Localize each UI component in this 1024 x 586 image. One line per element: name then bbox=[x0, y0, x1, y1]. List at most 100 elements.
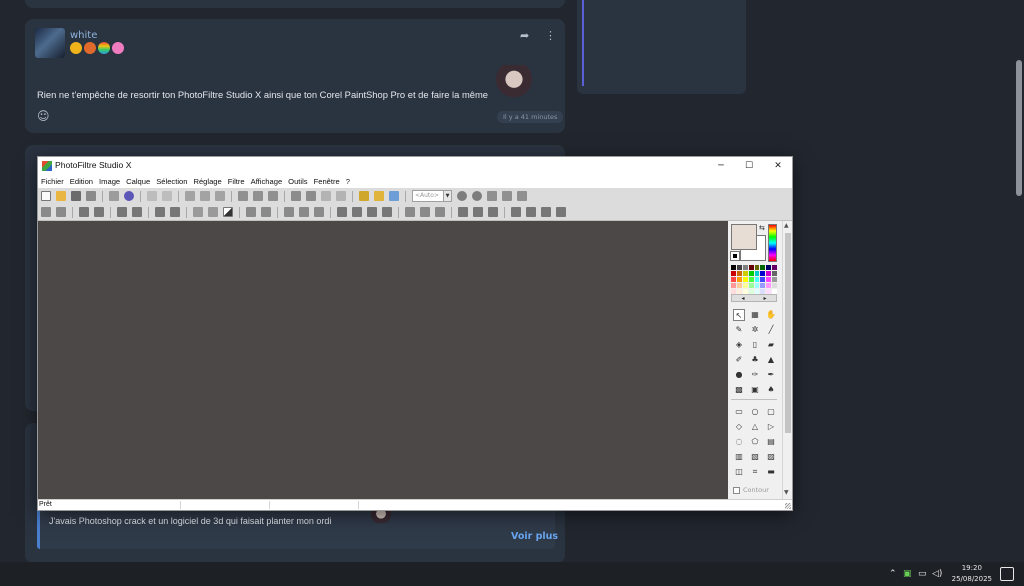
spray-tool-icon[interactable]: ▯ bbox=[749, 339, 761, 351]
title-bar[interactable]: PhotoFiltre Studio X ─ ☐ ✕ bbox=[38, 157, 792, 176]
right-triangle-shape-icon[interactable]: ▷ bbox=[765, 421, 777, 433]
merge-icon[interactable] bbox=[526, 207, 536, 217]
contour-option[interactable]: Contour bbox=[733, 486, 769, 494]
diamond-shape-icon[interactable]: ◇ bbox=[733, 421, 745, 433]
palette-prev-icon[interactable]: ◂ bbox=[741, 295, 744, 302]
add-reaction-icon[interactable]: ☺ bbox=[37, 109, 50, 123]
chevron-down-icon[interactable]: ▼ bbox=[443, 191, 451, 201]
texture-icon[interactable] bbox=[488, 207, 498, 217]
crop-icon[interactable] bbox=[268, 191, 278, 201]
selection-invert-icon[interactable]: ▧ bbox=[749, 451, 761, 463]
minimize-button[interactable]: ─ bbox=[707, 157, 735, 176]
save-as-icon[interactable] bbox=[86, 191, 96, 201]
menu-fenetre[interactable]: Fenêtre bbox=[314, 176, 340, 188]
menu-selection[interactable]: Sélection bbox=[156, 176, 187, 188]
hue-spectrum[interactable] bbox=[768, 224, 777, 262]
lasso-shape-icon[interactable]: ◌ bbox=[733, 436, 745, 448]
menu-image[interactable]: Image bbox=[99, 176, 120, 188]
polygon-shape-icon[interactable]: ⬠ bbox=[749, 436, 761, 448]
photofiltre-window[interactable]: PhotoFiltre Studio X ─ ☐ ✕ Fichier Editi… bbox=[37, 156, 793, 511]
align-right-icon[interactable] bbox=[132, 207, 142, 217]
eraser-tool-icon[interactable]: ▰ bbox=[765, 339, 777, 351]
stamp-tool-icon[interactable]: ▲ bbox=[765, 354, 777, 366]
save-icon[interactable] bbox=[71, 191, 81, 201]
grid-icon[interactable] bbox=[284, 207, 294, 217]
smudge-tool-icon[interactable]: ✑ bbox=[749, 369, 761, 381]
automation-icon[interactable] bbox=[359, 191, 369, 201]
swap-colors-icon[interactable]: ⇆ bbox=[759, 224, 765, 232]
move-icon[interactable] bbox=[155, 207, 165, 217]
zoom-in-icon[interactable] bbox=[457, 191, 467, 201]
menu-outils[interactable]: Outils bbox=[288, 176, 307, 188]
menu-calque[interactable]: Calque bbox=[126, 176, 150, 188]
advanced-brush-tool-icon[interactable]: ♣ bbox=[749, 354, 761, 366]
frame-icon[interactable] bbox=[458, 207, 468, 217]
mail-icon[interactable] bbox=[389, 191, 399, 201]
menu-edition[interactable]: Edition bbox=[70, 176, 93, 188]
magic-wand-tool-icon[interactable]: ✲ bbox=[749, 324, 761, 336]
scan-icon[interactable] bbox=[124, 191, 134, 201]
clock[interactable]: 19:20 25/08/2025 bbox=[952, 563, 992, 585]
resize-grip[interactable] bbox=[785, 503, 791, 509]
finger-tool-icon[interactable]: ♠ bbox=[765, 384, 777, 396]
notification-icon[interactable] bbox=[1000, 567, 1014, 581]
blur-icon[interactable] bbox=[337, 207, 347, 217]
contrast-icon[interactable] bbox=[223, 207, 233, 217]
rotate-icon[interactable] bbox=[170, 207, 180, 217]
volume-icon[interactable]: ◁) bbox=[932, 562, 942, 586]
menu-help[interactable]: ? bbox=[346, 176, 350, 188]
brush-opacity-icon[interactable] bbox=[94, 207, 104, 217]
voir-plus-link[interactable]: Voir plus bbox=[511, 531, 558, 542]
effect-cone-icon[interactable] bbox=[435, 207, 445, 217]
workspace-area[interactable] bbox=[38, 221, 728, 499]
copy-icon[interactable] bbox=[200, 191, 210, 201]
selection-save-icon[interactable]: ▬ bbox=[765, 466, 777, 478]
pattern-tool-icon[interactable]: ▩ bbox=[733, 384, 745, 396]
network-icon[interactable]: ▭ bbox=[918, 562, 927, 586]
custom-shape-icon[interactable]: ▤ bbox=[765, 436, 777, 448]
fill-tool-icon[interactable]: ◈ bbox=[733, 339, 745, 351]
sharpen-icon[interactable] bbox=[352, 207, 362, 217]
text-icon[interactable] bbox=[321, 191, 331, 201]
menu-filtre[interactable]: Filtre bbox=[228, 176, 245, 188]
noise-icon[interactable] bbox=[367, 207, 377, 217]
ellipse-shape-icon[interactable]: ○ bbox=[749, 406, 761, 418]
tools-scrollbar[interactable]: ▲ ▼ bbox=[782, 221, 792, 499]
transform-icon[interactable] bbox=[336, 191, 346, 201]
emboss-icon[interactable] bbox=[382, 207, 392, 217]
blur-tool-icon[interactable]: ● bbox=[733, 369, 745, 381]
expand-icon[interactable] bbox=[314, 207, 324, 217]
rectangle-shape-icon[interactable]: ▭ bbox=[733, 406, 745, 418]
line-tool-icon[interactable]: ╱ bbox=[765, 324, 777, 336]
menu-fichier[interactable]: Fichier bbox=[41, 176, 64, 188]
scroll-down-icon[interactable]: ▼ bbox=[784, 489, 789, 496]
reset-colors-icon[interactable] bbox=[730, 251, 740, 261]
script-icon[interactable] bbox=[556, 207, 566, 217]
brush-tool-icon[interactable]: ✐ bbox=[733, 354, 745, 366]
more-vertical-icon[interactable]: ⋮ bbox=[545, 29, 556, 42]
selection-frame-icon[interactable]: ◫ bbox=[733, 466, 745, 478]
post-username[interactable]: white bbox=[70, 30, 97, 41]
chevron-up-icon[interactable]: ⌃ bbox=[889, 562, 897, 586]
new-file-icon[interactable] bbox=[41, 191, 51, 201]
avatar[interactable] bbox=[35, 28, 65, 58]
border-icon[interactable] bbox=[473, 207, 483, 217]
split-icon[interactable] bbox=[511, 207, 521, 217]
mirror-icon[interactable] bbox=[246, 207, 256, 217]
select-rect-icon[interactable] bbox=[41, 207, 51, 217]
selection-tool-icon[interactable]: ▦ bbox=[749, 309, 761, 321]
batch-icon[interactable] bbox=[541, 207, 551, 217]
hand-tool-icon[interactable]: ✋ bbox=[765, 309, 777, 321]
close-button[interactable]: ✕ bbox=[764, 157, 792, 176]
selection-all-icon[interactable]: ▥ bbox=[733, 451, 745, 463]
menu-affichage[interactable]: Affichage bbox=[251, 176, 283, 188]
share-icon[interactable]: ➦ bbox=[520, 29, 529, 42]
effect-wave-icon[interactable] bbox=[405, 207, 415, 217]
fullscreen-icon[interactable] bbox=[517, 191, 527, 201]
rounded-rect-shape-icon[interactable]: ▢ bbox=[765, 406, 777, 418]
redo-icon[interactable] bbox=[162, 191, 172, 201]
foreground-color-swatch[interactable] bbox=[731, 224, 757, 250]
menu-reglage[interactable]: Réglage bbox=[193, 176, 221, 188]
zoom-combo[interactable]: <Auto> ▼ bbox=[412, 190, 452, 202]
zoom-out-icon[interactable] bbox=[472, 191, 482, 201]
